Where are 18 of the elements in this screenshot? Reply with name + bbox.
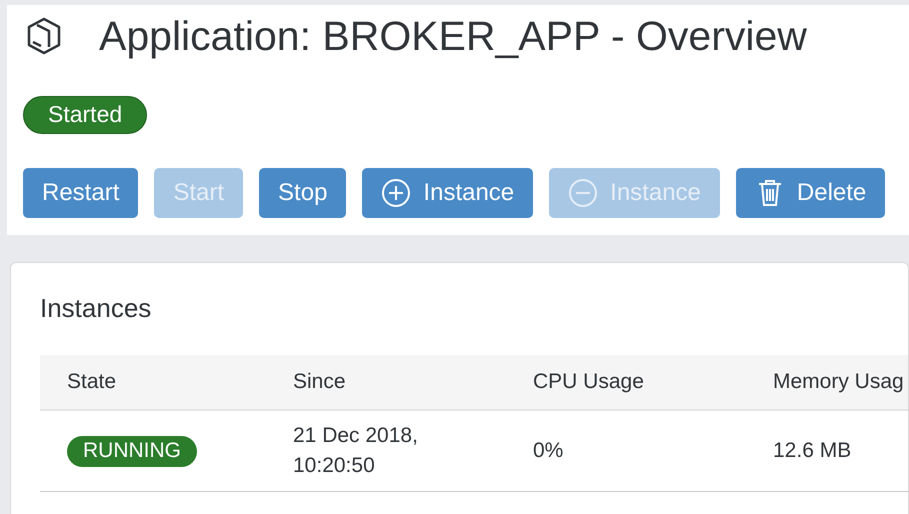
table-cell-text: 21 Dec 2018, 10:20:50 [292,423,419,479]
action-button[interactable]: Stop [259,168,346,218]
action-button[interactable]: Restart [23,168,138,218]
plus-circle-icon [381,178,412,208]
status-badge: Started [23,96,148,134]
column-header: Memory Usag [772,370,905,394]
action-button[interactable]: Instance [362,168,534,218]
table-cell-text: 0% [532,438,564,464]
section-title: Instances [40,292,152,323]
cube-icon [25,16,63,56]
minus-circle-icon [568,178,598,208]
column-header: Since [292,370,347,394]
page-title: Application: BROKER_APP - Overview [99,12,807,60]
column-header: State [66,370,118,394]
column-header: CPU Usage [532,370,645,394]
action-button[interactable]: Delete [736,168,886,218]
state-badge: RUNNING [67,436,197,466]
table-cell-text: 12.6 MB [772,438,852,464]
